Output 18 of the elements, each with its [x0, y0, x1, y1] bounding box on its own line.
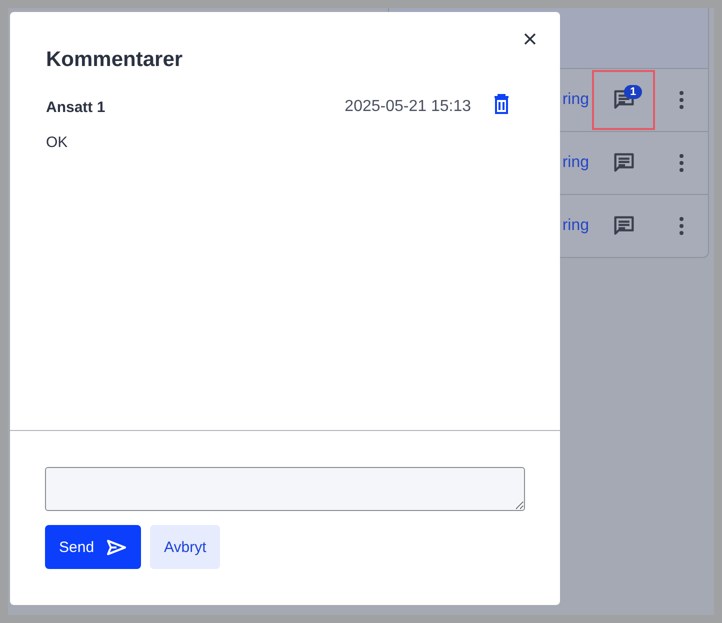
close-icon[interactable] [524, 33, 536, 45]
more-icon[interactable] [679, 91, 684, 109]
comment-button[interactable]: 1 [592, 70, 655, 130]
comment-text: OK [46, 134, 69, 151]
count-badge: 1 [624, 85, 642, 99]
more-icon[interactable] [679, 154, 684, 172]
row-link[interactable]: ring [562, 91, 589, 109]
comment-field[interactable] [45, 467, 525, 511]
row-link[interactable]: ring [562, 154, 589, 172]
send-icon [106, 538, 128, 556]
dialog-title: Kommentarer [46, 48, 183, 72]
send-button[interactable]: Send [45, 525, 142, 569]
delete-icon[interactable] [493, 94, 510, 114]
more-icon[interactable] [679, 217, 684, 235]
row-link[interactable]: ring [562, 217, 589, 235]
cancel-button[interactable]: Avbryt [150, 525, 220, 569]
comment-time: 2025-05-21 15:13 [344, 98, 471, 116]
comment-author: Ansatt 1 [46, 98, 106, 116]
